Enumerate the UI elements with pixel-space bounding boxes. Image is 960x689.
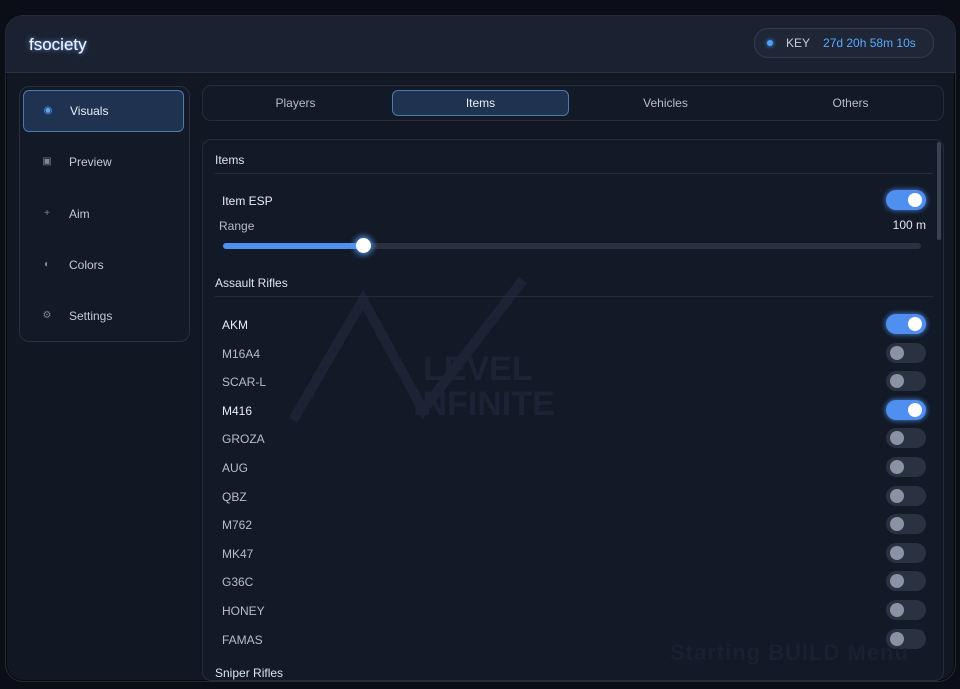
toggle-knob <box>890 431 904 446</box>
svg-text:LEVEL: LEVEL <box>423 350 533 388</box>
header-bar: fsociety KEY 27d 20h 58m 10s <box>6 16 955 73</box>
half-circle-icon: ◐ <box>43 259 51 270</box>
weapon-toggle[interactable] <box>886 571 926 592</box>
toggle-knob <box>908 317 922 331</box>
background-status-text: Starting BUILD Menu <box>670 640 909 665</box>
weapon-label: HONEY <box>222 604 265 618</box>
divider <box>215 296 933 297</box>
sidebar-item-label: Preview <box>69 155 112 169</box>
sidebar-item-colors[interactable]: ◐ Colors <box>23 244 184 286</box>
weapon-toggle[interactable] <box>886 371 926 392</box>
tab-vehicles[interactable]: Vehicles <box>577 90 754 116</box>
weapon-label: FAMAS <box>222 632 263 647</box>
key-status-pill: KEY 27d 20h 58m 10s <box>754 28 934 58</box>
weapon-toggle[interactable] <box>886 314 926 334</box>
range-value: 100 m <box>892 218 926 232</box>
status-dot-icon <box>767 40 773 46</box>
key-label: KEY <box>786 36 811 50</box>
sidebar-item-label: Colors <box>69 258 104 272</box>
weapon-toggle[interactable] <box>886 399 926 420</box>
weapon-label: AKM <box>222 318 249 332</box>
sidebar-item-settings[interactable]: ⚙ Settings <box>23 295 184 337</box>
weapon-toggle[interactable] <box>886 457 926 477</box>
section-title-assault-rifles: Assault Rifles <box>215 276 288 290</box>
range-slider[interactable] <box>223 238 921 253</box>
weapon-label: M16A4 <box>222 346 261 361</box>
toggle-knob <box>890 517 904 532</box>
plus-icon: + <box>44 208 50 219</box>
sidebar-item-label: Settings <box>69 309 113 323</box>
weapon-toggle[interactable] <box>886 600 926 620</box>
item-esp-toggle[interactable] <box>886 190 926 210</box>
section-title-items: Items <box>215 153 245 167</box>
toggle-knob <box>890 488 904 503</box>
toggle-knob <box>890 545 904 560</box>
weapon-toggle[interactable] <box>886 342 926 363</box>
weapon-toggle[interactable] <box>886 514 926 535</box>
level-infinite-watermark: LEVEL INFINITE <box>288 276 555 423</box>
tab-players[interactable]: Players <box>207 90 384 116</box>
sidebar-item-visuals[interactable]: ◉ Visuals <box>23 90 184 132</box>
divider <box>215 173 933 174</box>
category-tabs: Players Items Vehicles Others <box>202 85 944 121</box>
sidebar-item-label: Visuals <box>70 104 109 118</box>
sidebar-item-label: Aim <box>69 207 90 221</box>
weapon-label: GROZA <box>222 432 265 447</box>
square-icon: ▣ <box>42 156 52 167</box>
range-slider-fill <box>223 243 363 249</box>
app-title: fsociety <box>29 35 87 54</box>
items-panel: LEVEL INFINITE Items Item ESP Range 100 … <box>202 139 944 681</box>
sidebar-item-aim[interactable]: + Aim <box>23 193 184 235</box>
gear-icon: ⚙ <box>42 310 52 321</box>
weapon-label: M762 <box>222 518 253 533</box>
toggle-knob <box>890 374 904 389</box>
range-label: Range <box>219 219 255 233</box>
sidebar: ◉ Visuals ▣ Preview + Aim ◐ Colors ⚙ Set… <box>19 86 190 342</box>
toggle-knob <box>908 402 922 417</box>
toggle-knob <box>890 460 904 474</box>
tab-items[interactable]: Items <box>392 90 569 116</box>
section-title-sniper-rifles: Sniper Rifles <box>215 666 284 680</box>
toggle-knob <box>908 193 922 207</box>
toggle-knob <box>890 603 904 617</box>
sidebar-item-preview[interactable]: ▣ Preview <box>23 141 184 183</box>
panel-scrollbar[interactable] <box>937 142 941 240</box>
weapon-label: G36C <box>222 575 254 590</box>
weapon-toggle[interactable] <box>886 485 926 506</box>
weapon-label: M416 <box>222 403 253 418</box>
weapon-label: SCAR-L <box>222 375 267 390</box>
weapon-label: QBZ <box>222 489 247 504</box>
range-slider-thumb[interactable] <box>355 238 371 253</box>
weapon-label: AUG <box>222 461 249 475</box>
main-window: fsociety KEY 27d 20h 58m 10s ◉ Visuals ▣… <box>5 15 956 682</box>
weapon-label: MK47 <box>222 546 254 561</box>
weapon-toggle[interactable] <box>886 542 926 563</box>
toggle-knob <box>890 345 904 360</box>
svg-text:INFINITE: INFINITE <box>413 385 555 423</box>
radio-dot-icon: ◉ <box>43 105 53 116</box>
weapon-toggle[interactable] <box>886 428 926 449</box>
key-timer: 27d 20h 58m 10s <box>823 36 916 50</box>
tab-others[interactable]: Others <box>762 90 939 116</box>
item-esp-label: Item ESP <box>222 194 273 208</box>
toggle-knob <box>890 574 904 589</box>
